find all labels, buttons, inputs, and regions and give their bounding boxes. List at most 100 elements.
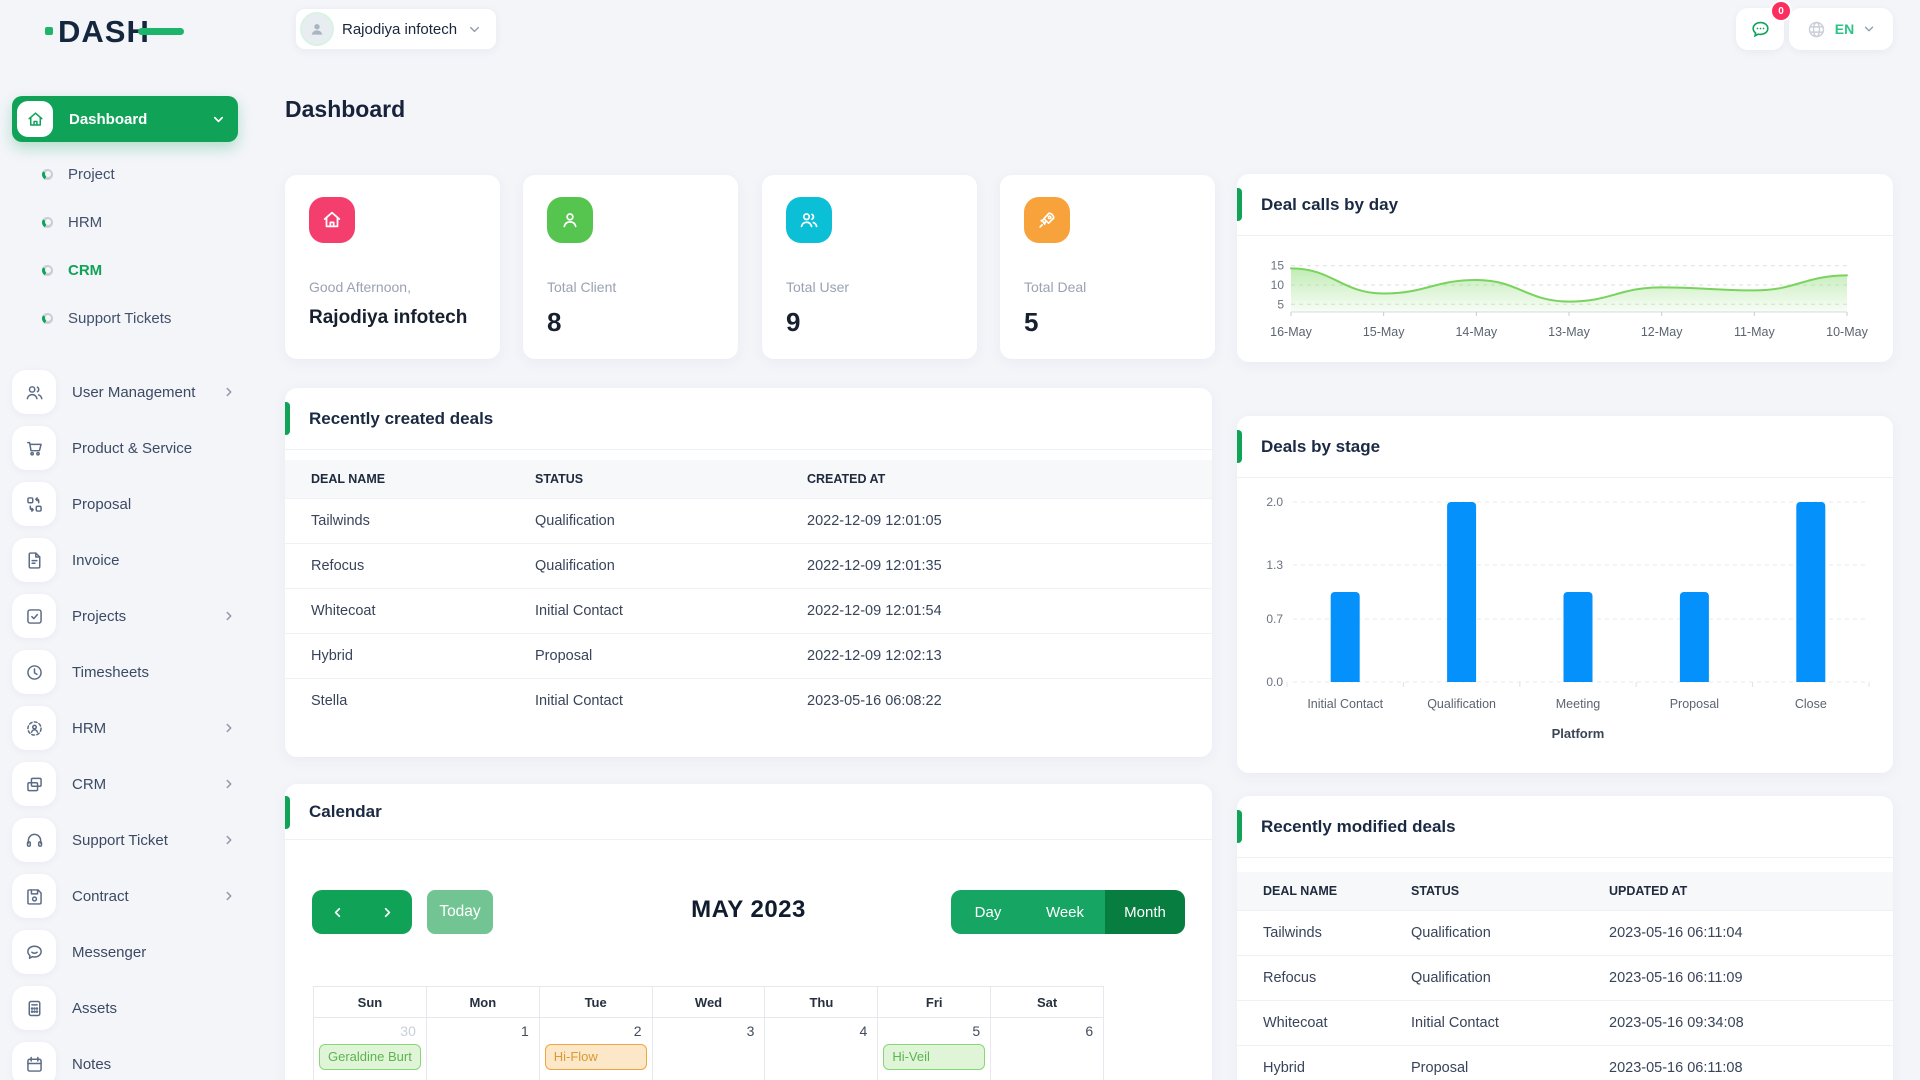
deal-name-cell: Refocus bbox=[1237, 954, 1401, 1000]
svg-text:0.0: 0.0 bbox=[1266, 675, 1283, 689]
svg-text:1.3: 1.3 bbox=[1266, 558, 1283, 572]
calendar-grid: Sun Mon Tue Wed Thu Fri Sat 30 Geraldine… bbox=[313, 986, 1105, 1080]
home-icon bbox=[309, 197, 355, 243]
sidebar-item-product-service[interactable]: Product & Service bbox=[12, 420, 238, 476]
sidebar-item-hrm[interactable]: HRM bbox=[12, 700, 238, 756]
sidebar-item-proposal[interactable]: Proposal bbox=[12, 476, 238, 532]
sidebar-subitem-support-tickets[interactable]: Support Tickets bbox=[12, 294, 238, 342]
svg-text:Meeting: Meeting bbox=[1556, 697, 1601, 711]
view-month-button[interactable]: Month bbox=[1105, 890, 1185, 934]
save-icon bbox=[12, 874, 56, 918]
language-selector[interactable]: EN bbox=[1789, 8, 1893, 50]
table-row: Whitecoat Initial Contact 2022-12-09 12:01… bbox=[285, 587, 1212, 633]
home-icon bbox=[17, 101, 53, 137]
donut-icon bbox=[42, 216, 53, 228]
deals-stage-chart: 0.0 0.7 1.3 2.0 Initial Contact Qualification… bbox=[1266, 495, 1870, 741]
stat-value: 8 bbox=[547, 307, 562, 337]
cart-icon bbox=[12, 426, 56, 470]
table-header-row: DEAL NAME STATUS CREATED AT bbox=[285, 460, 1212, 498]
svg-text:12-May: 12-May bbox=[1641, 325, 1683, 339]
day-header: Sun bbox=[313, 986, 427, 1018]
svg-text:0.7: 0.7 bbox=[1266, 612, 1283, 626]
svg-text:Proposal: Proposal bbox=[1670, 697, 1719, 711]
sidebar-item-messenger[interactable]: Messenger bbox=[12, 924, 238, 980]
sidebar-item-support-ticket[interactable]: Support Ticket bbox=[12, 812, 238, 868]
created-deals-table: DEAL NAME STATUS CREATED AT Tailwinds Qua… bbox=[285, 460, 1212, 723]
stat-label: Total Client bbox=[547, 279, 617, 295]
calendar-event[interactable]: Geraldine Burt bbox=[319, 1044, 421, 1070]
deal-calls-chart: 5 10 15 16-May 15-May 14-May 13-May 12-May 11-Ma… bbox=[1270, 259, 1868, 339]
chevron-right-icon bbox=[226, 835, 232, 845]
svg-text:15: 15 bbox=[1271, 259, 1285, 273]
stat-label: Good Afternoon, bbox=[309, 279, 411, 295]
globe-icon bbox=[1808, 21, 1824, 37]
svg-text:Qualification: Qualification bbox=[1427, 697, 1496, 711]
updated-at-cell: 2023-05-16 09:34:08 bbox=[1599, 999, 1893, 1045]
company-switcher[interactable]: Rajodiya infotech bbox=[295, 8, 498, 50]
cards-icon bbox=[12, 762, 56, 806]
calendar-day-cell[interactable]: 4 bbox=[764, 1017, 879, 1080]
proposal-icon bbox=[12, 482, 56, 526]
panel-title: Recently created deals bbox=[309, 408, 494, 428]
day-number: 4 bbox=[859, 1023, 868, 1039]
sidebar-item-crm[interactable]: CRM bbox=[12, 756, 238, 812]
chat-bubble-icon bbox=[1751, 21, 1769, 37]
status-cell: Initial Contact bbox=[1401, 999, 1599, 1045]
accent-bar bbox=[1237, 810, 1242, 843]
calendar-day-cell[interactable]: 5 Hi-Veil bbox=[877, 1017, 992, 1080]
sidebar-subitem-crm[interactable]: CRM bbox=[12, 246, 238, 294]
clock-icon bbox=[12, 650, 56, 694]
messages-button[interactable]: 0 bbox=[1736, 2, 1790, 50]
table-row: Refocus Qualification 2023-05-16 06:11:09 bbox=[1237, 954, 1893, 1000]
calendar-day-cell[interactable]: 3 bbox=[651, 1017, 766, 1080]
sidebar-item-contract[interactable]: Contract bbox=[12, 868, 238, 924]
chevron-right-icon bbox=[226, 387, 232, 397]
calendar-event[interactable]: Hi-Flow bbox=[544, 1044, 647, 1070]
chevron-down-icon bbox=[470, 26, 480, 32]
modified-deals-table: DEAL NAME STATUS UPDATED AT Tailwinds Qua… bbox=[1237, 872, 1893, 1080]
sidebar-menu: User Management Product & Service Propos… bbox=[12, 364, 238, 1080]
day-number: 5 bbox=[972, 1023, 981, 1039]
total-user-card: Total User 9 bbox=[762, 175, 977, 359]
calendar-day-cell[interactable]: 1 bbox=[425, 1017, 540, 1080]
sidebar-item-label: Dashboard bbox=[69, 110, 148, 128]
table-row: Stella Initial Contact 2023-05-16 06:08:22 bbox=[285, 677, 1212, 723]
stat-label: Total User bbox=[786, 279, 850, 295]
column-header: UPDATED AT bbox=[1599, 872, 1893, 910]
calendar-day-cell[interactable]: 6 bbox=[990, 1017, 1105, 1080]
day-header: Fri bbox=[877, 986, 992, 1018]
view-day-button[interactable]: Day bbox=[951, 890, 1025, 934]
sidebar-item-dashboard[interactable]: Dashboard bbox=[12, 96, 238, 142]
chevron-down-icon bbox=[1865, 26, 1874, 32]
chevron-right-icon bbox=[226, 723, 232, 733]
calendar-panel: Calendar Today MAY 2023 Day Week Month S… bbox=[285, 784, 1212, 1080]
calendar-event[interactable]: Hi-Veil bbox=[883, 1044, 986, 1070]
sidebar-item-timesheets[interactable]: Timesheets bbox=[12, 644, 238, 700]
sidebar-item-invoice[interactable]: Invoice bbox=[12, 532, 238, 588]
table-row: Hybrid Proposal 2023-05-16 06:11:08 bbox=[1237, 1044, 1893, 1080]
panel-title: Calendar bbox=[309, 801, 382, 821]
panel-header: Deals by stage bbox=[1237, 416, 1893, 478]
deal-name-cell: Hybrid bbox=[285, 632, 525, 678]
logo-text: DASH bbox=[58, 14, 150, 49]
svg-text:Close: Close bbox=[1795, 697, 1827, 711]
recently-modified-deals-panel: Recently modified deals DEAL NAME STATUS… bbox=[1237, 796, 1893, 1080]
status-cell: Qualification bbox=[525, 497, 797, 543]
day-number: 3 bbox=[746, 1023, 755, 1039]
created-at-cell: 2022-12-09 12:01:35 bbox=[797, 542, 1212, 588]
sidebar-subitem-hrm[interactable]: HRM bbox=[12, 198, 238, 246]
day-header: Sat bbox=[990, 986, 1105, 1018]
sidebar-item-projects[interactable]: Projects bbox=[12, 588, 238, 644]
status-cell: Initial Contact bbox=[525, 677, 797, 723]
sidebar-subitem-project[interactable]: Project bbox=[12, 150, 238, 198]
sidebar-item-notes[interactable]: Notes bbox=[12, 1036, 238, 1080]
sidebar-item-assets[interactable]: Assets bbox=[12, 980, 238, 1036]
calendar-day-cell[interactable]: 30 Geraldine Burt bbox=[313, 1017, 427, 1080]
logo-dot bbox=[45, 27, 53, 35]
view-week-button[interactable]: Week bbox=[1025, 890, 1105, 934]
day-header: Thu bbox=[764, 986, 879, 1018]
sidebar-item-user-management[interactable]: User Management bbox=[12, 364, 238, 420]
calendar-day-cell[interactable]: 2 Hi-Flow bbox=[538, 1017, 653, 1080]
donut-icon bbox=[42, 168, 53, 180]
table-row: Refocus Qualification 2022-12-09 12:01:35 bbox=[285, 542, 1212, 588]
